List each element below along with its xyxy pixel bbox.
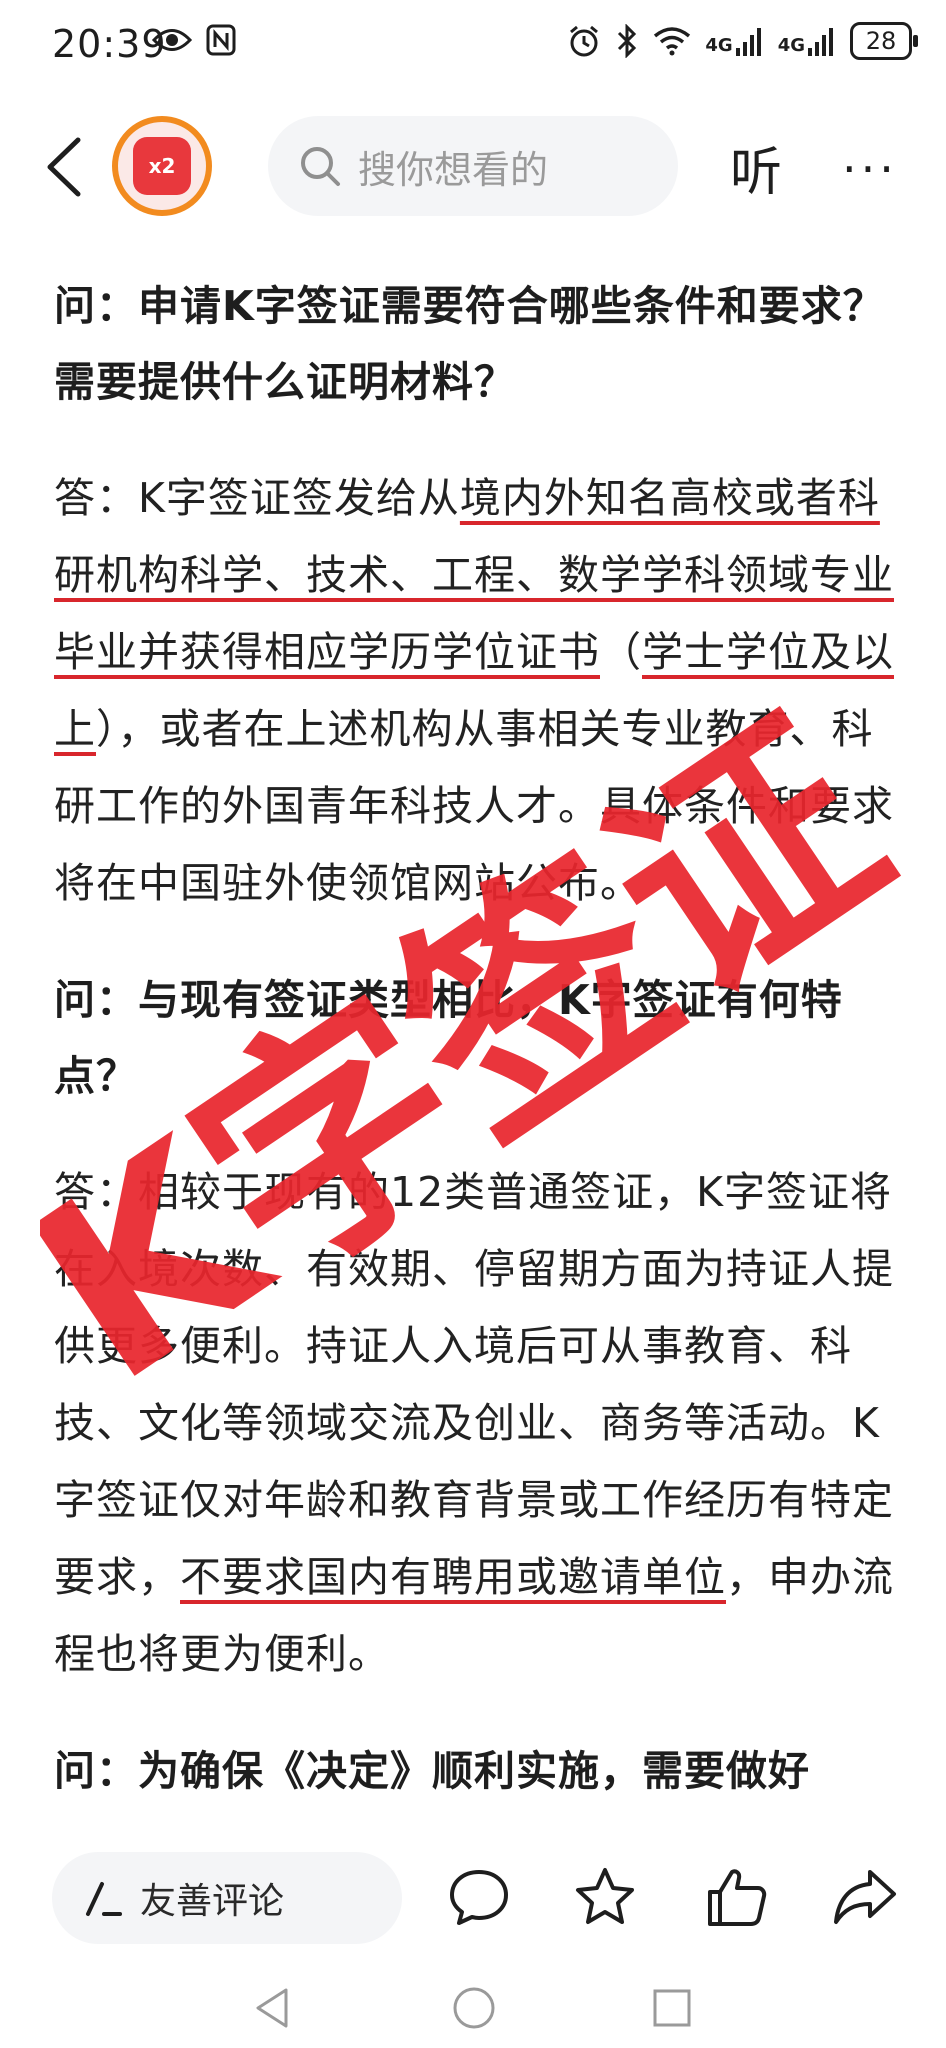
answer-2: 答：相较于现有的12类普通签证，K字签证将在入境次数、有效期、停留期方面为持证人… [54, 1168, 894, 1678]
nfc-icon [206, 24, 236, 56]
eye-icon [152, 29, 192, 51]
nav-home-icon[interactable] [452, 1986, 496, 2030]
search-icon [301, 147, 340, 186]
like-thumb-icon[interactable] [704, 1864, 770, 1930]
answer-1: 答：K字签证签发给从境内外知名高校或者科研机构科学、技术、工程、数学学科领域专业… [54, 474, 894, 907]
favorite-star-icon[interactable] [572, 1864, 638, 1930]
pen-icon [86, 1882, 122, 1916]
system-nav-bar [0, 1972, 946, 2048]
nav-recents-icon[interactable] [652, 1988, 692, 2028]
question-1: 问：申请K字签证需要符合哪些条件和要求？需要提供什么证明材料？ [54, 282, 885, 406]
search-placeholder: 搜你想看的 [358, 147, 549, 192]
question-2: 问：与现有签证类型相比，K字签证有何特点？ [54, 976, 843, 1100]
red-packet-icon: x2 [133, 137, 191, 195]
search-input[interactable]: 搜你想看的 [268, 116, 678, 216]
listen-button[interactable]: 听 [730, 130, 782, 205]
wifi-icon [654, 27, 691, 56]
battery-indicator: 28 [850, 22, 918, 60]
question-3-partial: 问：为确保《决定》顺利实施，需要做好 [54, 1747, 810, 1793]
comment-placeholder: 友善评论 [140, 1881, 285, 1922]
status-right-icons: 4G 4G 28 [567, 22, 918, 60]
signal-4g-icon: 4G [705, 26, 763, 56]
reward-badge-avatar[interactable]: x2 [112, 116, 212, 216]
article-body: 问：申请K字签证需要符合哪些条件和要求？需要提供什么证明材料？ 答：K字签证签发… [54, 268, 902, 1833]
share-icon[interactable] [832, 1864, 898, 1930]
status-bar: 20:39 4G 4G 28 [0, 0, 946, 96]
alarm-icon [570, 25, 599, 57]
top-nav-bar: x2 搜你想看的 听 ··· [0, 96, 946, 236]
highlight-underline: 不要求国内有聘用或邀请单位 [180, 1553, 726, 1601]
status-left-icons [152, 24, 236, 56]
back-arrow-icon[interactable] [40, 134, 90, 200]
nav-back-icon[interactable] [252, 1986, 292, 2030]
comment-input[interactable]: 友善评论 [52, 1852, 402, 1944]
signal-4g-icon: 4G [778, 26, 836, 56]
status-time: 20:39 [52, 22, 167, 66]
bottom-action-bar: 友善评论 [0, 1852, 946, 1972]
more-menu-button[interactable]: ··· [842, 142, 898, 196]
bluetooth-icon [618, 24, 637, 58]
comment-icon[interactable] [446, 1864, 512, 1930]
